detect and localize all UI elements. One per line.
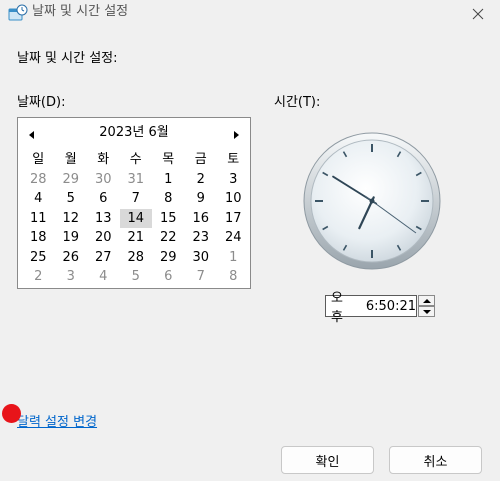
- calendar-day[interactable]: 7: [120, 189, 153, 209]
- calendar-week-row: 25 26 27 28 29 30 1: [22, 248, 250, 268]
- calendar-day[interactable]: 7: [185, 267, 218, 287]
- time-up-button[interactable]: [418, 295, 435, 306]
- calendar-day[interactable]: 12: [55, 209, 88, 229]
- calendar-day[interactable]: 6: [152, 267, 185, 287]
- month-title[interactable]: 2023년 6월: [18, 124, 250, 142]
- calendar-day[interactable]: 18: [22, 228, 55, 248]
- cursor-marker: [2, 404, 21, 423]
- calendar-week-row: 11 12 13 14 15 16 17: [22, 208, 250, 229]
- calendar-day[interactable]: 4: [87, 267, 120, 287]
- time-input[interactable]: 오후 6:50:21: [325, 291, 417, 325]
- ok-button[interactable]: 확인: [281, 446, 374, 474]
- weekday-header: 수: [129, 152, 142, 167]
- time-ampm[interactable]: 오후: [331, 287, 354, 325]
- calendar-day[interactable]: 3: [55, 267, 88, 287]
- calendar-day[interactable]: 24: [217, 228, 250, 248]
- weekday-header: 목: [162, 152, 175, 167]
- calendar-week-row: 2345678: [22, 267, 250, 287]
- date-label: 날짜(D):: [17, 95, 66, 110]
- calendar-day[interactable]: 2: [185, 170, 218, 190]
- calendar-header: 2023년 6월: [18, 124, 250, 142]
- calendar-day[interactable]: 5: [55, 189, 88, 209]
- calendar-day[interactable]: 2: [22, 267, 55, 287]
- calendar-day[interactable]: 20: [87, 228, 120, 248]
- calendar-day[interactable]: 26: [55, 248, 88, 268]
- calendar-day[interactable]: 6: [87, 189, 120, 209]
- calendar-day[interactable]: 19: [55, 228, 88, 248]
- calendar-day[interactable]: 25: [22, 248, 55, 268]
- calendar-day[interactable]: 8: [152, 189, 185, 209]
- calendar-day[interactable]: 30: [185, 248, 218, 268]
- calendar-day[interactable]: 4: [22, 189, 55, 209]
- calendar-week-row: 4 5 6 7 8 9 10: [22, 189, 250, 209]
- calendar-day[interactable]: 3: [217, 170, 250, 190]
- calendar-day[interactable]: 17: [217, 209, 250, 229]
- weekday-header: 일: [32, 152, 45, 167]
- calendar-day[interactable]: 1: [217, 248, 250, 268]
- calendar-day[interactable]: 9: [185, 189, 218, 209]
- next-month-button[interactable]: [229, 127, 243, 141]
- calendar-week-row: 28 29 30 31 1 2 3: [22, 170, 250, 190]
- calendar-day[interactable]: 28: [22, 170, 55, 190]
- time-label: 시간(T):: [274, 95, 321, 110]
- dialog-heading: 날짜 및 시간 설정:: [17, 51, 118, 66]
- calendar-week-row: 18 19 20 21 22 23 24: [22, 228, 250, 248]
- calendar-day[interactable]: 15: [152, 209, 185, 229]
- calendar-day[interactable]: 16: [185, 209, 218, 229]
- weekday-row: 일월화수목금토: [22, 150, 250, 170]
- time-down-button[interactable]: [418, 306, 435, 317]
- calendar-day[interactable]: 1: [152, 170, 185, 190]
- cancel-button[interactable]: 취소: [389, 446, 482, 474]
- calendar-day-selected[interactable]: 14: [119, 208, 152, 228]
- calendar: 2023년 6월 일월화수목금토 28 29 30 31 1 2 3 4 5 6 7 8 9 10 11 12…: [17, 117, 251, 289]
- weekday-header: 화: [97, 152, 110, 167]
- calendar-day[interactable]: 30: [87, 170, 120, 190]
- time-spinner[interactable]: [418, 295, 435, 317]
- calendar-day[interactable]: 11: [22, 209, 55, 229]
- spin-up-icon: [423, 299, 431, 303]
- calendar-day[interactable]: 23: [185, 228, 218, 248]
- weekday-header: 월: [64, 152, 77, 167]
- calendar-day[interactable]: 29: [55, 170, 88, 190]
- window-title: 날짜 및 시간 설정: [32, 4, 129, 19]
- title-bar: 날짜 및 시간 설정: [0, 0, 500, 28]
- time-value[interactable]: 6:50:21: [366, 299, 416, 314]
- weekday-header: 토: [227, 152, 240, 167]
- calendar-grid: 일월화수목금토 28 29 30 31 1 2 3 4 5 6 7 8 9 10 11 12 13 14 15 16 1…: [22, 150, 250, 287]
- calendar-day[interactable]: 13: [87, 209, 120, 229]
- calendar-day[interactable]: 29: [152, 248, 185, 268]
- close-icon: [472, 8, 484, 20]
- calendar-day[interactable]: 22: [152, 228, 185, 248]
- close-button[interactable]: [466, 2, 490, 26]
- calendar-day[interactable]: 5: [120, 267, 153, 287]
- triangle-right-icon: [234, 131, 239, 139]
- calendar-day[interactable]: 27: [87, 248, 120, 268]
- calendar-day[interactable]: 10: [217, 189, 250, 209]
- analog-clock: [303, 132, 441, 270]
- calendar-day[interactable]: 8: [217, 267, 250, 287]
- calendar-day[interactable]: 31: [120, 170, 153, 190]
- weekday-header: 금: [194, 152, 207, 167]
- spin-down-icon: [423, 310, 431, 314]
- calendar-settings-link[interactable]: 달력 설정 변경: [17, 415, 97, 431]
- calendar-day[interactable]: 21: [120, 228, 153, 248]
- date-time-settings-icon: [8, 4, 28, 22]
- calendar-day[interactable]: 28: [120, 248, 153, 268]
- clock-center: [369, 198, 375, 204]
